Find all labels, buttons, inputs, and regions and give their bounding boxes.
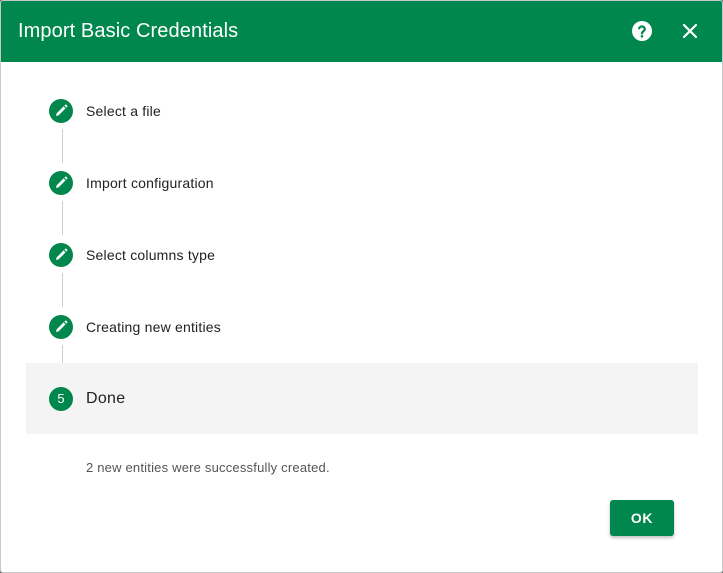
step-creating-entities: Creating new entities — [1, 315, 722, 339]
step-done: 5 Done — [26, 363, 698, 434]
pencil-icon — [49, 171, 73, 195]
close-button[interactable] — [678, 19, 702, 43]
step-connector — [62, 273, 63, 307]
step-connector — [62, 129, 63, 163]
success-message: 2 new entities were successfully created… — [86, 460, 330, 475]
help-circle-icon — [630, 19, 654, 43]
step-label-active: Done — [86, 390, 126, 407]
step-select-file: Select a file — [1, 99, 722, 123]
pencil-icon — [49, 243, 73, 267]
pencil-icon — [49, 99, 73, 123]
pencil-icon — [49, 315, 73, 339]
dialog-title: Import Basic Credentials — [18, 20, 239, 42]
step-completed-badge — [49, 243, 73, 267]
step-label: Select columns type — [86, 247, 216, 263]
step-select-columns-type: Select columns type — [1, 243, 722, 267]
step-number-badge: 5 — [49, 387, 73, 411]
close-icon — [678, 19, 702, 43]
step-completed-badge — [49, 315, 73, 339]
step-import-configuration: Import configuration — [1, 171, 722, 195]
import-dialog: Import Basic Credentials Select a file I… — [0, 0, 723, 573]
step-label: Import configuration — [86, 175, 214, 191]
ok-button[interactable]: OK — [610, 500, 674, 536]
step-completed-badge — [49, 99, 73, 123]
step-completed-badge — [49, 171, 73, 195]
dialog-header: Import Basic Credentials — [1, 1, 722, 62]
step-label: Select a file — [86, 103, 161, 119]
help-button[interactable] — [630, 19, 654, 43]
step-label: Creating new entities — [86, 319, 221, 335]
step-connector — [62, 201, 63, 235]
